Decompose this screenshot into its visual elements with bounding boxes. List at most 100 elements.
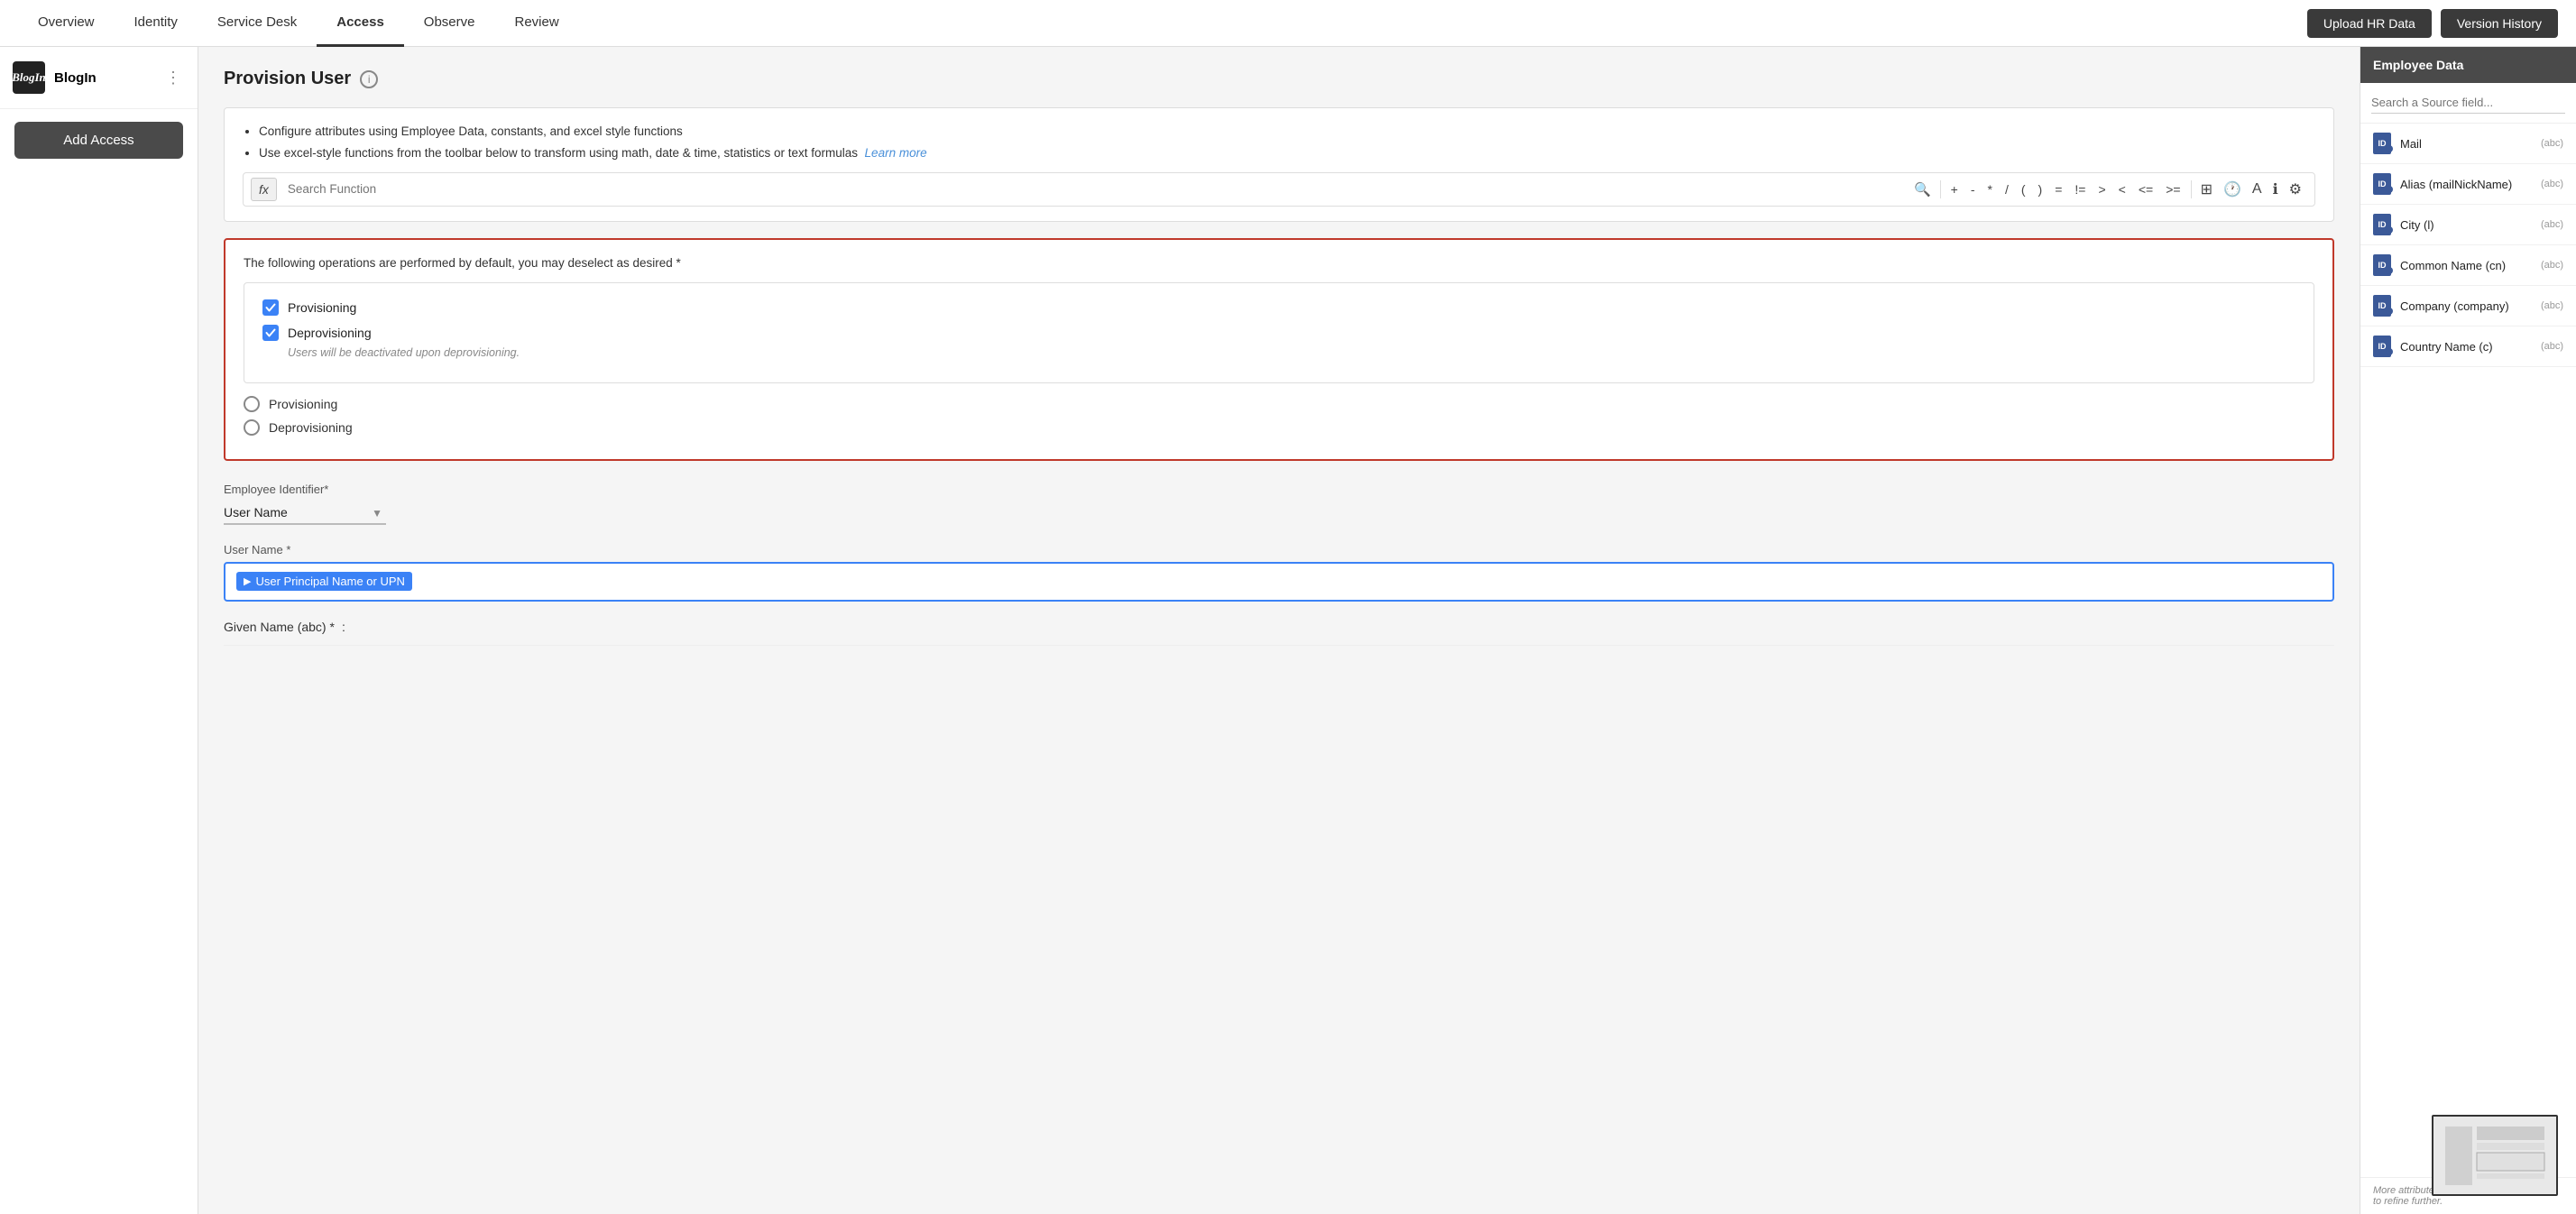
employee-data-panel: Employee Data ID Mail (abc) ID Alias (ma… (2360, 47, 2576, 1214)
nav-observe[interactable]: Observe (404, 0, 495, 47)
field-type-mail: (abc) (2541, 138, 2563, 149)
thumbnail-inner (2433, 1117, 2556, 1194)
employee-data-search (2360, 83, 2576, 124)
nav-actions: Upload HR Data Version History (2307, 9, 2558, 38)
field-name-mail: Mail (2400, 137, 2528, 151)
toolbar-close-paren[interactable]: ) (2032, 179, 2049, 200)
radio-provisioning-row: Provisioning (244, 396, 2314, 412)
provisioning-checkbox[interactable] (262, 299, 279, 316)
deprovisioning-note: Users will be deactivated upon deprovisi… (288, 346, 2295, 359)
given-name-colon: : (342, 620, 345, 634)
nav-service-desk[interactable]: Service Desk (198, 0, 317, 47)
employee-identifier-select[interactable]: User Name (224, 501, 386, 525)
main-content: Provision User i Configure attributes us… (198, 47, 2360, 1214)
toolbar-open-paren[interactable]: ( (2015, 179, 2032, 200)
field-item-company[interactable]: ID Company (company) (abc) (2360, 286, 2576, 326)
top-navigation: Overview Identity Service Desk Access Ob… (0, 0, 2576, 47)
field-type-country: (abc) (2541, 341, 2563, 352)
toolbar-less[interactable]: < (2112, 179, 2132, 200)
toolbar-multiply[interactable]: * (1982, 179, 1999, 200)
radio-rows: Provisioning Deprovisioning (244, 396, 2314, 436)
field-icon-company: ID (2373, 295, 2391, 317)
field-icon-mail: ID (2373, 133, 2391, 154)
toolbar-greater-eq[interactable]: >= (2159, 179, 2186, 200)
given-name-label: Given Name (abc) * (224, 620, 335, 634)
field-icon-country: ID (2373, 336, 2391, 357)
fx-badge[interactable]: fx (251, 178, 277, 201)
field-icon-common-name: ID (2373, 254, 2391, 276)
info-box: Configure attributes using Employee Data… (224, 107, 2334, 222)
field-name-company: Company (company) (2400, 299, 2528, 313)
user-name-section: User Name * ▶ User Principal Name or UPN (224, 543, 2334, 602)
field-name-country: Country Name (c) (2400, 340, 2528, 354)
sidebar-app-name: BlogIn (54, 70, 152, 86)
learn-more-link[interactable]: Learn more (865, 146, 927, 160)
radio-provisioning[interactable] (244, 396, 260, 412)
radio-deprovisioning[interactable] (244, 419, 260, 436)
employee-data-header: Employee Data (2360, 47, 2576, 83)
info-line-2: Use excel-style functions from the toolb… (259, 144, 2315, 162)
nav-access[interactable]: Access (317, 0, 404, 47)
toolbar-minus[interactable]: - (1964, 179, 1982, 200)
radio-provisioning-label: Provisioning (269, 397, 337, 411)
sidebar-menu-icon[interactable]: ⋮ (161, 65, 185, 91)
formula-toolbar: fx 🔍 + - * / ( ) = != > < <= >= ⊞ 🕐 A (243, 172, 2315, 207)
toolbar-text-icon[interactable]: A (2247, 178, 2268, 201)
provision-user-info-icon[interactable]: i (360, 70, 378, 88)
nav-identity[interactable]: Identity (115, 0, 198, 47)
add-access-button[interactable]: Add Access (14, 122, 183, 159)
field-name-city: City (l) (2400, 218, 2528, 232)
sidebar: BlogIn BlogIn ⋮ Add Access (0, 47, 198, 1214)
toolbar-plus[interactable]: + (1945, 179, 1964, 200)
employee-identifier-label: Employee Identifier* (224, 483, 2334, 496)
toolbar-not-equals[interactable]: != (2068, 179, 2092, 200)
field-item-country[interactable]: ID Country Name (c) (abc) (2360, 326, 2576, 367)
field-icon-city: ID (2373, 214, 2391, 235)
page-thumbnail-preview (2432, 1115, 2558, 1196)
user-name-label: User Name * (224, 543, 2334, 556)
source-field-search-input[interactable] (2371, 92, 2565, 114)
radio-deprovisioning-label: Deprovisioning (269, 420, 353, 435)
field-item-city[interactable]: ID City (l) (abc) (2360, 205, 2576, 245)
radio-deprovisioning-row: Deprovisioning (244, 419, 2314, 436)
version-history-button[interactable]: Version History (2441, 9, 2558, 38)
field-item-alias[interactable]: ID Alias (mailNickName) (abc) (2360, 164, 2576, 205)
field-type-company: (abc) (2541, 300, 2563, 311)
toolbar-equals[interactable]: = (2048, 179, 2068, 200)
operations-description: The following operations are performed b… (244, 256, 2314, 270)
nav-overview[interactable]: Overview (18, 0, 115, 47)
main-layout: BlogIn BlogIn ⋮ Add Access Provision Use… (0, 47, 2576, 1214)
upn-token-chip[interactable]: ▶ User Principal Name or UPN (236, 572, 412, 591)
field-icon-alias: ID (2373, 173, 2391, 195)
logo-icon: BlogIn (13, 61, 45, 94)
toolbar-clock-icon[interactable]: 🕐 (2218, 177, 2247, 202)
search-function-icon[interactable]: 🔍 (1909, 179, 1937, 199)
user-name-token-input[interactable]: ▶ User Principal Name or UPN (224, 562, 2334, 602)
nav-review[interactable]: Review (495, 0, 579, 47)
toolbar-less-eq[interactable]: <= (2132, 179, 2159, 200)
toolbar-info-icon[interactable]: ℹ (2268, 177, 2284, 202)
page-title: Provision User (224, 69, 351, 89)
toolbar-divide[interactable]: / (1999, 179, 2015, 200)
nav-links: Overview Identity Service Desk Access Ob… (18, 0, 2307, 47)
page-title-row: Provision User i (224, 69, 2334, 89)
search-function-input[interactable] (284, 179, 1909, 199)
toolbar-settings-icon[interactable]: ⚙ (2284, 177, 2307, 202)
field-name-common-name: Common Name (cn) (2400, 259, 2528, 272)
deprovisioning-checkbox-row: Deprovisioning (262, 325, 2295, 341)
deprovisioning-checkbox[interactable] (262, 325, 279, 341)
field-item-common-name[interactable]: ID Common Name (cn) (abc) (2360, 245, 2576, 286)
toolbar-separator-2 (2191, 180, 2192, 198)
provisioning-checkbox-row: Provisioning (262, 299, 2295, 316)
employee-identifier-section: Employee Identifier* User Name ▼ (224, 483, 2334, 525)
toolbar-separator-1 (1940, 180, 1941, 198)
deprovisioning-label: Deprovisioning (288, 326, 372, 340)
upload-hr-data-button[interactable]: Upload HR Data (2307, 9, 2432, 38)
provisioning-label: Provisioning (288, 300, 356, 315)
toolbar-greater[interactable]: > (2092, 179, 2111, 200)
given-name-row: Given Name (abc) * : (224, 620, 2334, 646)
field-type-city: (abc) (2541, 219, 2563, 230)
toolbar-grid-icon[interactable]: ⊞ (2195, 177, 2218, 202)
field-item-mail[interactable]: ID Mail (abc) (2360, 124, 2576, 164)
operations-inner-box: Provisioning Deprovisioning Users will b… (244, 282, 2314, 383)
